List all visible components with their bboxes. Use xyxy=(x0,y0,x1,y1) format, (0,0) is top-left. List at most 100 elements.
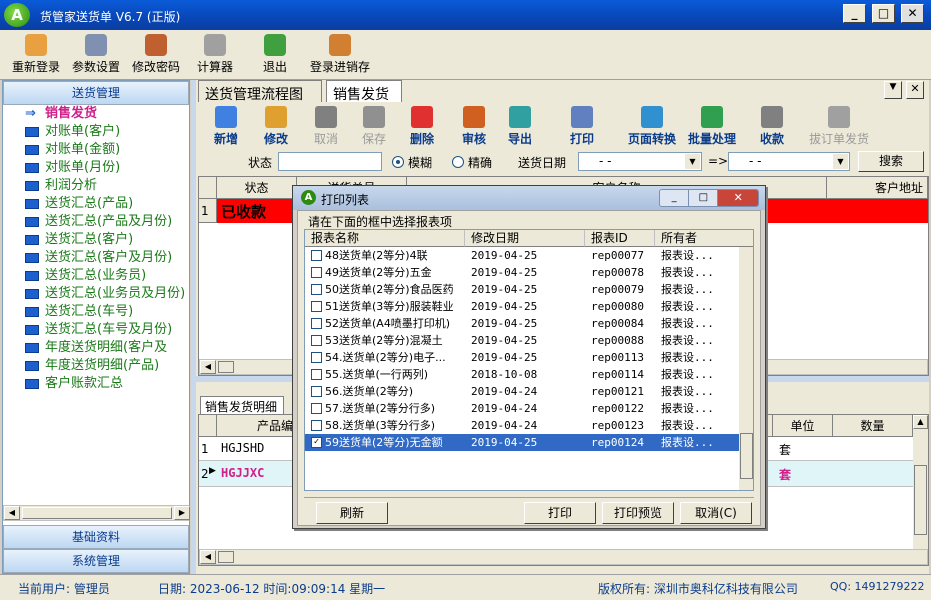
nav-item[interactable]: 客户账款汇总 xyxy=(3,375,189,393)
scroll-left-button[interactable]: ◀ xyxy=(200,360,216,374)
list-header-id[interactable]: 报表ID xyxy=(585,230,655,247)
close-button[interactable]: ✕ xyxy=(901,4,924,23)
scroll-left-button[interactable]: ◀ xyxy=(4,506,20,520)
toolbar-button-9[interactable]: 批量处理 xyxy=(682,104,742,148)
minimize-button[interactable]: _ xyxy=(843,4,866,23)
report-checkbox[interactable] xyxy=(311,318,322,329)
toolbar-button-5[interactable]: 审核 xyxy=(454,104,494,148)
print-button[interactable]: 打印 xyxy=(524,502,596,524)
nav-item[interactable]: 年度送货明细(产品) xyxy=(3,357,189,375)
grid-header-qty[interactable]: 数量 xyxy=(833,415,913,437)
nav-item[interactable]: 送货汇总(产品) xyxy=(3,195,189,213)
report-checkbox[interactable] xyxy=(311,335,322,346)
scroll-thumb[interactable] xyxy=(740,433,753,479)
scroll-thumb[interactable] xyxy=(22,507,172,519)
nav-item[interactable]: 送货汇总(客户) xyxy=(3,231,189,249)
toolbar-button-10[interactable]: 收款 xyxy=(752,104,792,148)
nav-item-sales-delivery[interactable]: ⇒ 销售发货 xyxy=(3,105,189,123)
report-checkbox[interactable] xyxy=(311,267,322,278)
tab-flowchart[interactable]: 送货管理流程图 xyxy=(198,80,322,103)
cancel-button[interactable]: 取消(C) xyxy=(680,502,752,524)
toolbar-button-11[interactable]: 拔订单发货 xyxy=(804,104,874,148)
refresh-button[interactable]: 刷新 xyxy=(316,502,388,524)
toolbar-button-1[interactable]: 修改 xyxy=(256,104,296,148)
nav-item[interactable]: 送货汇总(业务员) xyxy=(3,267,189,285)
scroll-thumb[interactable] xyxy=(218,361,234,373)
print-preview-button[interactable]: 打印预览 xyxy=(602,502,674,524)
detail-horizontal-scrollbar[interactable]: ◀ xyxy=(199,549,928,565)
report-checkbox[interactable] xyxy=(311,352,322,363)
report-checkbox[interactable] xyxy=(311,284,322,295)
report-checkbox[interactable]: ✓ xyxy=(311,437,322,448)
report-checkbox[interactable] xyxy=(311,369,322,380)
scroll-thumb[interactable] xyxy=(914,465,927,535)
nav-item[interactable]: 利润分析 xyxy=(3,177,189,195)
tab-close-button[interactable]: ✕ xyxy=(906,81,924,99)
relogin-button[interactable]: 重新登录 xyxy=(8,32,64,78)
report-row[interactable]: 58.送货单(3等分行多) 2019-04-24 rep00123 报表设... xyxy=(305,417,739,434)
report-row[interactable]: 48送货单(2等分)4联 2019-04-25 rep00077 报表设... xyxy=(305,247,739,264)
grid-header-status[interactable]: 状态 xyxy=(217,177,297,199)
nav-item[interactable]: 送货汇总(车号) xyxy=(3,303,189,321)
toolbar-button-0[interactable]: 新增 xyxy=(206,104,246,148)
nav-horizontal-scrollbar[interactable]: ◀ ▶ xyxy=(3,505,190,521)
nav-item[interactable]: 年度送货明细(客户及 xyxy=(3,339,189,357)
scroll-up-button[interactable]: ▲ xyxy=(913,415,928,429)
search-button[interactable]: 搜索 xyxy=(858,151,924,172)
minimize-button[interactable]: _ xyxy=(660,190,689,206)
nav-header-basic-data[interactable]: 基础资料 xyxy=(3,525,189,549)
toolbar-button-2[interactable]: 取消 xyxy=(306,104,346,148)
status-input[interactable] xyxy=(278,152,382,171)
report-row[interactable]: 49送货单(2等分)五金 2019-04-25 rep00078 报表设... xyxy=(305,264,739,281)
calculator-button[interactable]: 计算器 xyxy=(190,32,240,78)
tab-dropdown-button[interactable]: ▼ xyxy=(884,81,902,99)
toolbar-button-7[interactable]: 打印 xyxy=(562,104,602,148)
report-row[interactable]: ✓ 59送货单(2等分)无金额 2019-04-25 rep00124 报表设... xyxy=(305,434,739,451)
nav-header-delivery[interactable]: 送货管理 xyxy=(3,81,189,105)
toolbar-button-8[interactable]: 页面转换 xyxy=(622,104,682,148)
exit-button[interactable]: 退出 xyxy=(254,32,296,78)
nav-item[interactable]: 对账单(月份) xyxy=(3,159,189,177)
toolbar-button-4[interactable]: 删除 xyxy=(402,104,442,148)
nav-item[interactable]: 送货汇总(业务员及月份) xyxy=(3,285,189,303)
report-checkbox[interactable] xyxy=(311,420,322,431)
nav-item[interactable]: 对账单(金额) xyxy=(3,141,189,159)
detail-vertical-scrollbar[interactable]: ▲ xyxy=(913,415,928,549)
report-row[interactable]: 57.送货单(2等分行多) 2019-04-24 rep00122 报表设... xyxy=(305,400,739,417)
report-row[interactable]: 51送货单(3等分)服装鞋业 2019-04-25 rep00080 报表设... xyxy=(305,298,739,315)
report-row[interactable]: 53送货单(2等分)混凝土 2019-04-25 rep00088 报表设... xyxy=(305,332,739,349)
list-vertical-scrollbar[interactable] xyxy=(739,247,753,490)
nav-item[interactable]: 送货汇总(客户及月份) xyxy=(3,249,189,267)
change-password-button[interactable]: 修改密码 xyxy=(128,32,184,78)
fuzzy-radio[interactable] xyxy=(392,156,404,168)
scroll-left-button[interactable]: ◀ xyxy=(200,550,216,564)
date-from-picker[interactable]: - - ▼ xyxy=(578,152,702,171)
nav-item[interactable]: 对账单(客户) xyxy=(3,123,189,141)
tab-sales-delivery[interactable]: 销售发货 xyxy=(326,80,402,103)
report-row[interactable]: 52送货单(A4喷墨打印机) 2019-04-25 rep00084 报表设... xyxy=(305,315,739,332)
scroll-thumb[interactable] xyxy=(218,551,234,563)
report-row[interactable]: 56.送货单(2等分) 2019-04-24 rep00121 报表设... xyxy=(305,383,739,400)
settings-button[interactable]: 参数设置 xyxy=(68,32,124,78)
list-header-name[interactable]: 报表名称 xyxy=(305,230,465,247)
date-to-picker[interactable]: - - ▼ xyxy=(728,152,850,171)
grid-header-customer-address[interactable]: 客户地址 xyxy=(827,177,928,199)
maximize-button[interactable]: □ xyxy=(688,190,718,206)
list-header-owner[interactable]: 所有者 xyxy=(655,230,753,247)
toolbar-button-6[interactable]: 导出 xyxy=(500,104,540,148)
list-header-date[interactable]: 修改日期 xyxy=(465,230,585,247)
tab-sales-detail[interactable]: 销售发货明细 xyxy=(200,396,284,414)
report-checkbox[interactable] xyxy=(311,301,322,312)
scroll-right-button[interactable]: ▶ xyxy=(174,506,190,520)
grid-header-unit[interactable]: 单位 xyxy=(773,415,833,437)
nav-item[interactable]: 送货汇总(产品及月份) xyxy=(3,213,189,231)
login-inventory-button[interactable]: 登录进销存 xyxy=(306,32,374,78)
dialog-title-bar[interactable]: A 打印列表 _ □ ✕ xyxy=(293,186,765,210)
maximize-button[interactable]: □ xyxy=(872,4,895,23)
chevron-down-icon[interactable]: ▼ xyxy=(685,154,700,169)
close-button[interactable]: ✕ xyxy=(717,190,758,206)
report-row[interactable]: 54.送货单(2等分)电子... 2019-04-25 rep00113 报表设... xyxy=(305,349,739,366)
nav-header-system[interactable]: 系统管理 xyxy=(3,549,189,573)
report-row[interactable]: 55.送货单(一行两列) 2018-10-08 rep00114 报表设... xyxy=(305,366,739,383)
report-checkbox[interactable] xyxy=(311,403,322,414)
